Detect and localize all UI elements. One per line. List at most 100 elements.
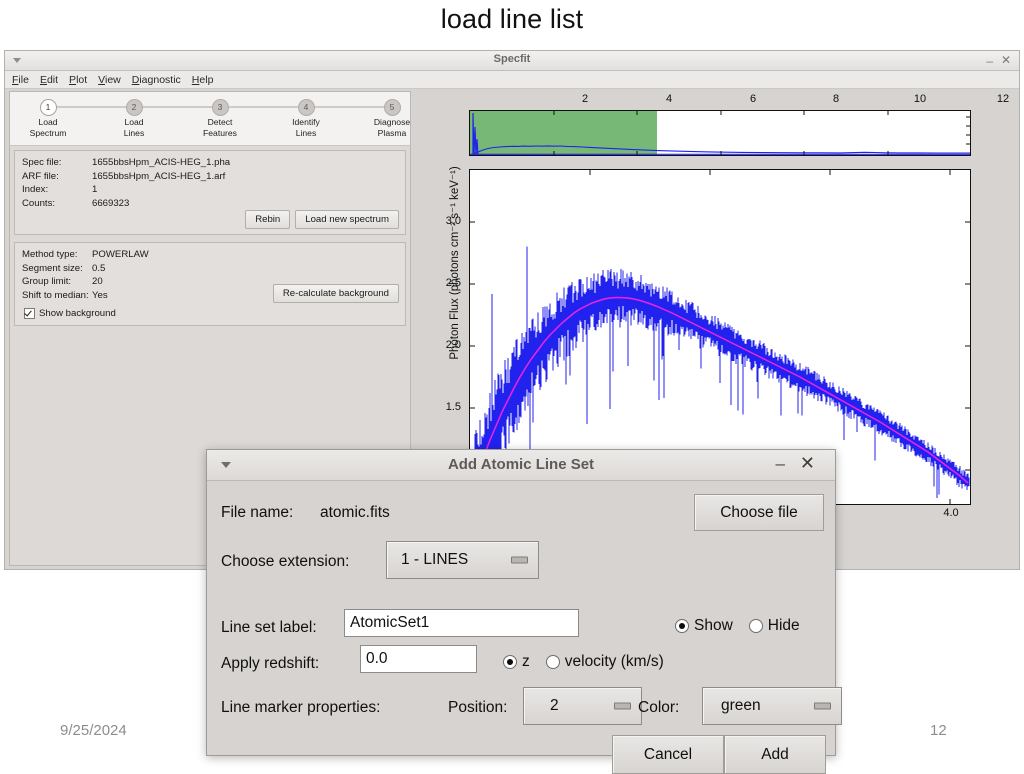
file-name-label: File name: xyxy=(221,504,294,521)
step-label-line1: Detect xyxy=(207,117,233,127)
info-value: 1 xyxy=(92,184,98,195)
step-label-line1: Identify xyxy=(292,117,320,127)
method-value: Yes xyxy=(92,289,108,301)
radio-show-label: Show xyxy=(694,617,733,634)
marker-properties-label: Line marker properties: xyxy=(221,699,381,716)
ytick: 2.0 xyxy=(445,339,461,351)
info-row-spec-file: Spec file: 1655bbsHpm_ACIS-HEG_1.pha xyxy=(22,156,405,170)
method-info-box: Method type: POWERLAW Segment size: 0.5 … xyxy=(14,242,406,326)
radio-hide-icon[interactable] xyxy=(748,619,763,633)
menu-edit[interactable]: Edit xyxy=(40,74,58,86)
step-label-line2: Features xyxy=(203,127,237,138)
radio-hide-label: Hide xyxy=(767,617,800,634)
info-key: Spec file: xyxy=(22,157,62,168)
recalculate-background-button[interactable]: Re-calculate background xyxy=(272,284,399,303)
overview-xtick: 12 xyxy=(996,93,1010,105)
redshift-unit-radio-group[interactable]: z velocity (km/s) xyxy=(503,653,680,671)
minimize-icon[interactable]: – xyxy=(986,54,993,68)
load-new-spectrum-button[interactable]: Load new spectrum xyxy=(295,210,399,229)
close-icon[interactable]: ✕ xyxy=(800,453,815,474)
step-label-line1: Load xyxy=(124,117,144,127)
method-key: Group limit: xyxy=(22,276,72,287)
method-row-segment-size: Segment size: 0.5 xyxy=(22,262,405,276)
info-key: Counts: xyxy=(22,197,56,209)
chevron-down-icon xyxy=(614,702,631,710)
show-background-label: Show background xyxy=(39,308,116,319)
method-key: Method type: xyxy=(22,249,78,260)
step-load-lines[interactable]: 2 Load Lines xyxy=(96,92,172,138)
menu-file[interactable]: File xyxy=(12,74,29,86)
position-label: Position: xyxy=(448,699,508,716)
step-number: 2 xyxy=(125,99,143,116)
spectrum-info-box: Spec file: 1655bbsHpm_ACIS-HEG_1.pha ARF… xyxy=(14,150,406,235)
cancel-button[interactable]: Cancel xyxy=(612,735,724,774)
info-row-arf-file: ARF file: 1655bbsHpm_ACIS-HEG_1.arf xyxy=(22,170,405,184)
radio-z-icon[interactable] xyxy=(503,655,517,669)
info-row-counts: Counts: 6669323 xyxy=(22,197,405,211)
step-number: 3 xyxy=(211,99,229,116)
step-label-line1: Load xyxy=(38,117,58,127)
redshift-input[interactable]: 0.0 xyxy=(360,645,477,673)
color-select[interactable]: green xyxy=(702,687,842,725)
extension-label: Choose extension: xyxy=(221,553,350,570)
ytick: 2.5 xyxy=(445,277,461,289)
step-number: 5 xyxy=(383,99,401,116)
overview-xtick: 8 xyxy=(832,93,840,105)
dialog-title: Add Atomic Line Set xyxy=(447,456,595,473)
specfit-titlebar: Specfit – ✕ xyxy=(5,51,1019,71)
position-select[interactable]: 2 xyxy=(523,687,642,725)
radio-show-icon[interactable] xyxy=(675,619,689,633)
menu-view[interactable]: View xyxy=(98,74,121,86)
redshift-label: Apply redshift: xyxy=(221,655,320,672)
overview-xtick: 4 xyxy=(665,93,673,105)
minimize-icon[interactable]: – xyxy=(776,454,785,474)
step-label-line2: Lines xyxy=(123,127,145,138)
step-detect-features[interactable]: 3 Detect Features xyxy=(182,92,258,138)
info-key: Index: xyxy=(22,184,49,195)
visibility-radio-group[interactable]: Show Hide xyxy=(675,617,816,635)
extension-select[interactable]: 1 - LINES xyxy=(386,541,539,579)
step-identify-lines[interactable]: 4 Identify Lines xyxy=(268,92,344,138)
menu-help[interactable]: Help xyxy=(192,74,214,86)
footer-page-number: 12 xyxy=(930,722,947,739)
step-label-line2: Spectrum xyxy=(29,127,67,138)
overview-xtick-labels: 2 4 6 8 10 12 xyxy=(417,91,1017,110)
step-number: 4 xyxy=(297,99,315,116)
radio-velocity-icon[interactable] xyxy=(545,655,560,669)
overview-xtick: 10 xyxy=(913,93,927,105)
rebin-button[interactable]: Rebin xyxy=(245,210,291,229)
overview-plot[interactable] xyxy=(469,110,971,156)
show-background-checkbox[interactable]: Show background xyxy=(24,308,116,319)
radio-z-label: z xyxy=(522,653,530,670)
choose-file-button[interactable]: Choose file xyxy=(694,494,824,531)
step-load-spectrum[interactable]: 1 Load Spectrum xyxy=(10,92,86,138)
method-value: 0.5 xyxy=(92,262,106,274)
info-key: ARF file: xyxy=(22,170,59,182)
line-set-label: Line set label: xyxy=(221,619,317,636)
xtick: 4.0 xyxy=(943,507,959,519)
info-value: 6669323 xyxy=(92,197,130,209)
method-key: Shift to median: xyxy=(22,289,89,301)
menu-plot[interactable]: Plot xyxy=(69,74,87,86)
dialog-titlebar: Add Atomic Line Set – ✕ xyxy=(207,450,835,481)
menu-diagnostic[interactable]: Diagnostic xyxy=(132,74,181,86)
add-atomic-line-set-dialog: Add Atomic Line Set – ✕ File name: atomi… xyxy=(206,449,842,774)
add-button[interactable]: Add xyxy=(724,735,826,774)
window-title: Specfit xyxy=(493,53,531,65)
method-row-type: Method type: POWERLAW xyxy=(22,248,405,262)
radio-velocity-label: velocity (km/s) xyxy=(564,653,664,670)
method-key: Segment size: xyxy=(22,262,83,274)
method-value: POWERLAW xyxy=(92,249,149,260)
overview-xtick: 6 xyxy=(749,93,757,105)
page-title: load line list xyxy=(440,4,584,34)
line-set-input[interactable]: AtomicSet1 xyxy=(344,609,579,637)
info-row-index: Index: 1 xyxy=(22,183,405,197)
step-label-line2: Lines xyxy=(295,127,317,138)
checkbox-icon xyxy=(24,308,35,319)
overview-spectrum-svg xyxy=(470,111,970,155)
close-icon[interactable]: ✕ xyxy=(1001,53,1011,67)
wizard-stepper: 1 Load Spectrum 2 Load Lines 3 Detect Fe… xyxy=(10,92,410,146)
footer-date: 9/25/2024 xyxy=(60,722,127,739)
method-value: 20 xyxy=(92,276,103,287)
menubar: File Edit Plot View Diagnostic Help xyxy=(5,71,1019,89)
